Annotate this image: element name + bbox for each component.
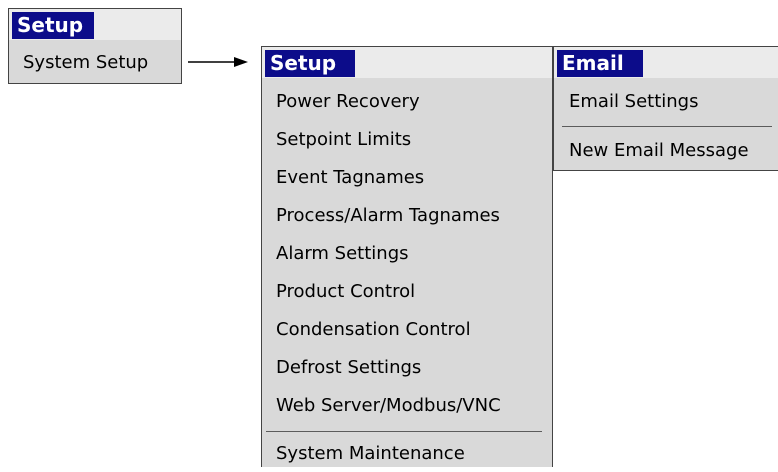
menu-item-condensation-control[interactable]: Condensation Control xyxy=(276,311,471,348)
setup-submenu: Setup Power Recovery Setpoint Limits Eve… xyxy=(261,46,553,467)
setup-root-menu-title: Setup xyxy=(12,12,94,39)
menu-item-defrost-settings[interactable]: Defrost Settings xyxy=(276,349,421,386)
email-submenu: Email Email Settings New Email Message xyxy=(553,46,778,171)
menu-item-process-alarm-tagnames[interactable]: Process/Alarm Tagnames xyxy=(276,197,500,234)
email-submenu-title-bar: Email xyxy=(554,47,778,78)
arrow-right-icon xyxy=(188,57,248,67)
menu-item-system-maintenance[interactable]: System Maintenance xyxy=(276,435,465,472)
email-submenu-title: Email xyxy=(557,50,643,77)
setup-submenu-title: Setup xyxy=(265,50,355,77)
menu-separator xyxy=(562,126,772,127)
menu-item-power-recovery[interactable]: Power Recovery xyxy=(276,83,420,120)
menu-item-event-tagnames[interactable]: Event Tagnames xyxy=(276,159,424,196)
menu-item-email-settings[interactable]: Email Settings xyxy=(569,83,699,120)
menu-item-setpoint-limits[interactable]: Setpoint Limits xyxy=(276,121,411,158)
menu-item-product-control[interactable]: Product Control xyxy=(276,273,415,310)
menu-item-new-email-message[interactable]: New Email Message xyxy=(569,132,749,169)
setup-submenu-title-bar: Setup xyxy=(262,47,552,78)
menu-item-alarm-settings[interactable]: Alarm Settings xyxy=(276,235,409,272)
menu-separator xyxy=(266,431,542,432)
menu-item-web-server-modbus-vnc[interactable]: Web Server/Modbus/VNC xyxy=(276,387,501,424)
setup-root-menu: Setup System Setup xyxy=(8,8,182,84)
setup-root-menu-title-bar: Setup xyxy=(9,9,181,40)
menu-item-system-setup[interactable]: System Setup xyxy=(23,44,148,81)
